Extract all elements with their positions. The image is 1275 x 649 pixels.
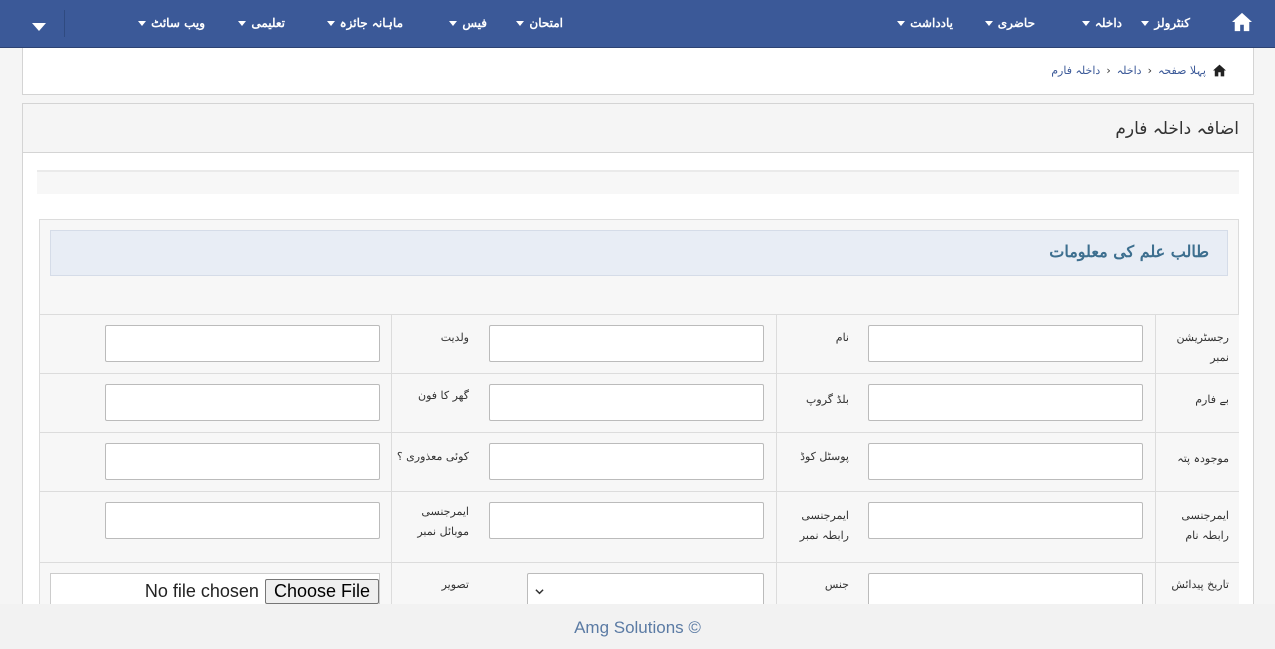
form-row: ایمرجنسی رابطہ نام ایمرجنسی رابطہ نمبر ا… <box>40 491 1239 562</box>
name-input[interactable] <box>489 325 764 362</box>
disability-input[interactable] <box>105 443 380 480</box>
emergency-mobile-input[interactable] <box>105 502 380 539</box>
field-label: ایمرجنسی رابطہ نام <box>1181 509 1229 542</box>
field-label: ولدیت <box>440 331 469 344</box>
section-header: طالب علم کی معلومات <box>50 230 1228 276</box>
home-phone-input[interactable] <box>105 384 380 421</box>
caret-down-icon <box>32 22 46 31</box>
field-label: پوسٹل کوڈ <box>800 450 849 463</box>
caret-down-icon <box>516 20 525 26</box>
father-name-input[interactable] <box>105 325 380 362</box>
form-row: موجودہ پتہ پوسٹل کوڈ کوئی معذوری ؟ <box>40 432 1239 491</box>
blood-group-input[interactable] <box>489 384 764 421</box>
emergency-contact-number-input[interactable] <box>489 502 764 539</box>
caret-down-icon <box>238 20 247 26</box>
student-info-section: طالب علم کی معلومات رجسٹریشن نمبر نام ول… <box>39 219 1239 639</box>
breadcrumb-bar: پہلا صفحہ ‹ داخلہ ‹ داخلہ فارم <box>22 48 1254 95</box>
nav-item-label: یادداشت <box>910 16 953 30</box>
field-label: کوئی معذوری ؟ <box>396 450 469 463</box>
caret-down-icon <box>1081 20 1090 26</box>
choose-file-button[interactable]: Choose File <box>264 579 379 604</box>
caret-down-icon <box>449 20 458 26</box>
breadcrumb-section-link[interactable]: داخلہ <box>1117 64 1142 77</box>
breadcrumb-home-link[interactable]: پہلا صفحہ <box>1158 64 1206 77</box>
field-label: تاریخ پیدائش <box>1171 578 1229 591</box>
breadcrumb-current: داخلہ فارم <box>1051 64 1101 77</box>
nav-item-controls[interactable]: کنٹرولز <box>1141 12 1190 34</box>
emergency-contact-name-input[interactable] <box>868 502 1143 539</box>
form-row: رجسٹریشن نمبر نام ولدیت <box>40 314 1239 373</box>
form-panel: اضافہ داخلہ فارم طالب علم کی معلومات رجس… <box>22 103 1254 639</box>
footer: Amg Solutions © <box>0 604 1275 649</box>
caret-down-icon <box>326 20 335 26</box>
home-icon <box>1213 64 1226 77</box>
nav-item-fees[interactable]: فیس <box>449 12 487 34</box>
toolbar-strip <box>37 170 1239 194</box>
field-label: بلڈ گروپ <box>806 393 849 406</box>
postal-code-input[interactable] <box>489 443 764 480</box>
footer-copyright: Amg Solutions © <box>574 618 701 637</box>
field-label: تصویر <box>441 578 469 591</box>
nav-item-admission[interactable]: داخلہ <box>1081 12 1122 34</box>
field-label: گھر کا فون <box>418 389 469 402</box>
panel-header: اضافہ داخلہ فارم <box>23 104 1253 153</box>
field-label: ایمرجنسی موبائل نمبر <box>417 505 469 538</box>
nav-item-monthly-review[interactable]: ماہانہ جائزہ <box>326 12 403 34</box>
nav-item-label: کنٹرولز <box>1154 16 1190 30</box>
nav-toggle-button[interactable] <box>32 16 48 31</box>
section-title: طالب علم کی معلومات <box>1049 242 1209 261</box>
home-button[interactable] <box>1231 12 1253 34</box>
nav-item-label: فیس <box>462 16 487 30</box>
caret-down-icon <box>138 20 147 26</box>
chevron-left-icon: ‹ <box>1147 64 1152 77</box>
home-icon <box>1232 12 1252 32</box>
nav-item-label: تعلیمی <box>251 16 285 30</box>
nav-item-notes[interactable]: یادداشت <box>897 12 953 34</box>
page-title: اضافہ داخلہ فارم <box>1115 119 1239 139</box>
nav-item-exams[interactable]: امتحان <box>516 12 563 34</box>
top-navbar: ویب سائٹ تعلیمی ماہانہ جائزہ فیس امتحان … <box>0 0 1275 48</box>
nav-item-label: ویب سائٹ <box>151 16 205 30</box>
nav-divider <box>64 10 65 37</box>
caret-down-icon <box>897 20 906 26</box>
nav-item-attendance[interactable]: حاضری <box>984 12 1035 34</box>
field-label: نام <box>835 331 849 344</box>
caret-down-icon <box>1141 20 1150 26</box>
field-label: بے فارم <box>1195 393 1229 406</box>
breadcrumb: پہلا صفحہ ‹ داخلہ ‹ داخلہ فارم <box>1051 64 1227 77</box>
file-status: No file chosen <box>144 581 259 601</box>
chevron-left-icon: ‹ <box>1106 64 1111 77</box>
field-label: موجودہ پتہ <box>1177 452 1229 465</box>
registration-number-input[interactable] <box>868 325 1143 362</box>
nav-item-label: امتحان <box>529 16 563 30</box>
current-address-input[interactable] <box>868 443 1143 480</box>
chevron-down-icon <box>535 589 544 595</box>
form-row: بے فارم بلڈ گروپ گھر کا فون <box>40 373 1239 432</box>
form-grid: رجسٹریشن نمبر نام ولدیت بے فارم بلڈ گروپ… <box>40 314 1239 621</box>
nav-item-label: ماہانہ جائزہ <box>339 16 403 30</box>
nav-item-education[interactable]: تعلیمی <box>238 12 285 34</box>
nav-item-label: حاضری <box>997 16 1035 30</box>
nav-item-website[interactable]: ویب سائٹ <box>138 12 205 34</box>
b-form-input[interactable] <box>868 384 1143 421</box>
nav-item-label: داخلہ <box>1094 16 1122 30</box>
field-label: رجسٹریشن نمبر <box>1176 331 1229 364</box>
field-label: ایمرجنسی رابطہ نمبر <box>799 509 849 542</box>
caret-down-icon <box>984 20 993 26</box>
field-label: جنس <box>824 578 849 591</box>
